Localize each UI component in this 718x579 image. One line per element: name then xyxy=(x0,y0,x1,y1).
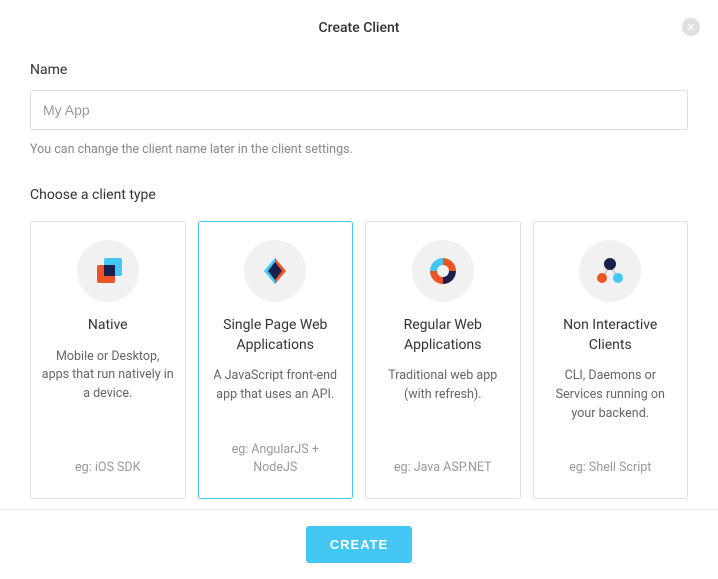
card-desc: CLI, Daemons or Services running on your… xyxy=(544,367,678,423)
card-desc: Traditional web app (with refresh). xyxy=(376,367,510,405)
client-type-label: Choose a client type xyxy=(30,187,688,203)
name-helper: You can change the client name later in … xyxy=(30,142,688,157)
client-type-cards: Native Mobile or Desktop, apps that run … xyxy=(30,221,688,499)
card-desc: A JavaScript front-end app that uses an … xyxy=(209,367,343,405)
card-non-interactive[interactable]: Non Interactive Clients CLI, Daemons or … xyxy=(533,221,689,499)
card-title: Single Page Web Applications xyxy=(209,316,343,355)
card-example: eg: iOS SDK xyxy=(75,459,140,478)
regular-web-icon xyxy=(412,240,474,302)
spa-icon xyxy=(244,240,306,302)
card-native[interactable]: Native Mobile or Desktop, apps that run … xyxy=(30,221,186,499)
card-title: Native xyxy=(88,316,128,336)
native-icon xyxy=(77,240,139,302)
card-desc: Mobile or Desktop, apps that run nativel… xyxy=(41,348,175,404)
card-title: Non Interactive Clients xyxy=(544,316,678,355)
card-title: Regular Web Applications xyxy=(376,316,510,355)
name-label: Name xyxy=(30,62,688,78)
modal-title: Create Client xyxy=(0,0,718,36)
card-example: eg: AngularJS + NodeJS xyxy=(209,441,343,479)
card-example: eg: Shell Script xyxy=(569,459,651,478)
close-icon: ✕ xyxy=(686,22,695,33)
name-input[interactable] xyxy=(30,90,688,130)
card-spa[interactable]: Single Page Web Applications A JavaScrip… xyxy=(198,221,354,499)
card-example: eg: Java ASP.NET xyxy=(394,459,492,478)
card-regular-web[interactable]: Regular Web Applications Traditional web… xyxy=(365,221,521,499)
create-button[interactable]: CREATE xyxy=(306,526,412,563)
close-button[interactable]: ✕ xyxy=(682,18,700,36)
modal-footer: CREATE xyxy=(0,509,718,579)
non-interactive-icon xyxy=(579,240,641,302)
